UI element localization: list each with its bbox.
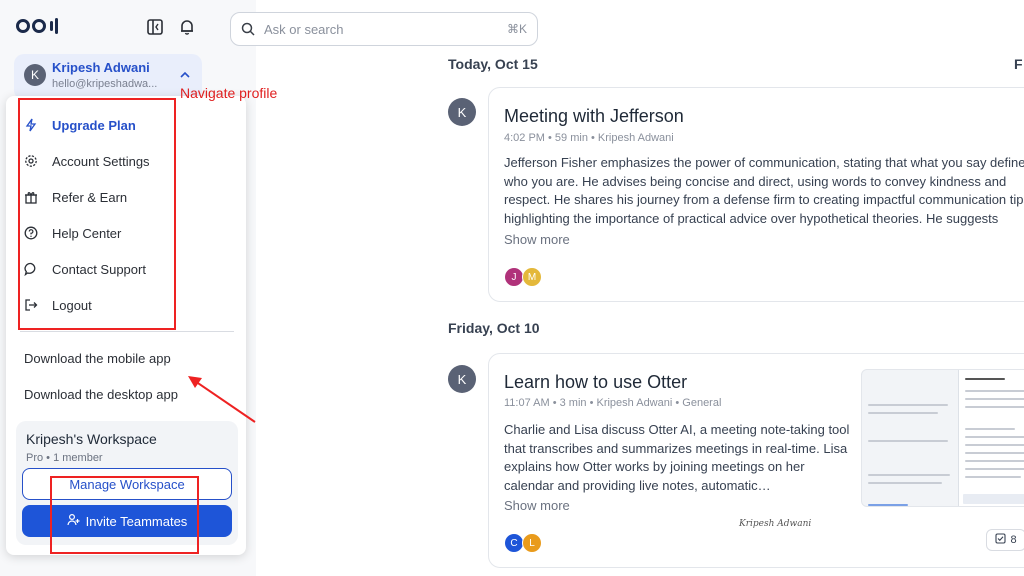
day-heading: Today, Oct 15 [448,56,538,72]
annotation-box-workspace [50,476,199,554]
meeting-meta: 11:07 AM • 3 min • Kripesh Adwani • Gene… [504,397,722,409]
search-shortcut: ⌘K [506,22,527,36]
meeting-title[interactable]: Meeting with Jefferson [504,106,684,127]
meeting-meta: 4:02 PM • 59 min • Kripesh Adwani [504,132,674,144]
annotation-box-menu [18,98,176,330]
participant-avatar: L [522,533,542,553]
show-more-link[interactable]: Show more [504,232,570,247]
otter-app: K Kripesh Adwani hello@kripeshadwa... Up… [0,0,1024,576]
signature: Kripesh Adwani [739,519,812,529]
participant-avatar: C [504,533,524,553]
divider [20,331,234,332]
workspace-title: Kripesh's Workspace [26,431,157,447]
user-profile-toggle[interactable]: K Kripesh Adwani hello@kripeshadwa... [14,54,202,100]
annotation-label: Navigate profile [180,85,278,101]
otter-logo[interactable] [16,18,58,34]
day-heading: Friday, Oct 10 [448,320,540,336]
show-more-link[interactable]: Show more [504,498,570,513]
search-input[interactable]: Ask or search ⌘K [230,12,538,46]
annotation-arrow-icon [188,376,256,423]
user-name: Kripesh Adwani [52,60,150,75]
action-items-count: 8 [1010,534,1017,546]
avatar: K [448,98,476,126]
workspace-subtitle: Pro • 1 member [26,452,103,464]
meeting-card[interactable]: Learn how to use Otter 11:07 AM • 3 min … [488,353,1024,568]
meeting-thumbnail[interactable] [861,369,1024,507]
avatar: K [448,365,476,393]
meeting-card[interactable]: Meeting with Jefferson 4:02 PM • 59 min … [488,87,1024,302]
meeting-title[interactable]: Learn how to use Otter [504,372,687,393]
meeting-summary: Charlie and Lisa discuss Otter AI, a mee… [504,422,850,493]
action-items-badge[interactable]: 8 [986,529,1024,551]
collapse-sidebar-icon[interactable] [146,18,166,38]
avatar: K [24,64,46,86]
participant-avatar: M [522,267,542,287]
participant-avatar: J [504,267,524,287]
download-desktop-app-link[interactable]: Download the desktop app [24,387,178,402]
search-placeholder: Ask or search [264,22,344,37]
meeting-summary: Jefferson Fisher emphasizes the power of… [504,155,1024,226]
download-mobile-app-link[interactable]: Download the mobile app [24,351,171,366]
bell-icon[interactable] [178,18,198,38]
chevron-up-icon [180,70,190,82]
search-icon [241,22,255,41]
user-email: hello@kripeshadwa... [52,78,158,90]
checkbox-icon [995,533,1006,547]
next-day-heading-partial: F [1014,56,1023,72]
